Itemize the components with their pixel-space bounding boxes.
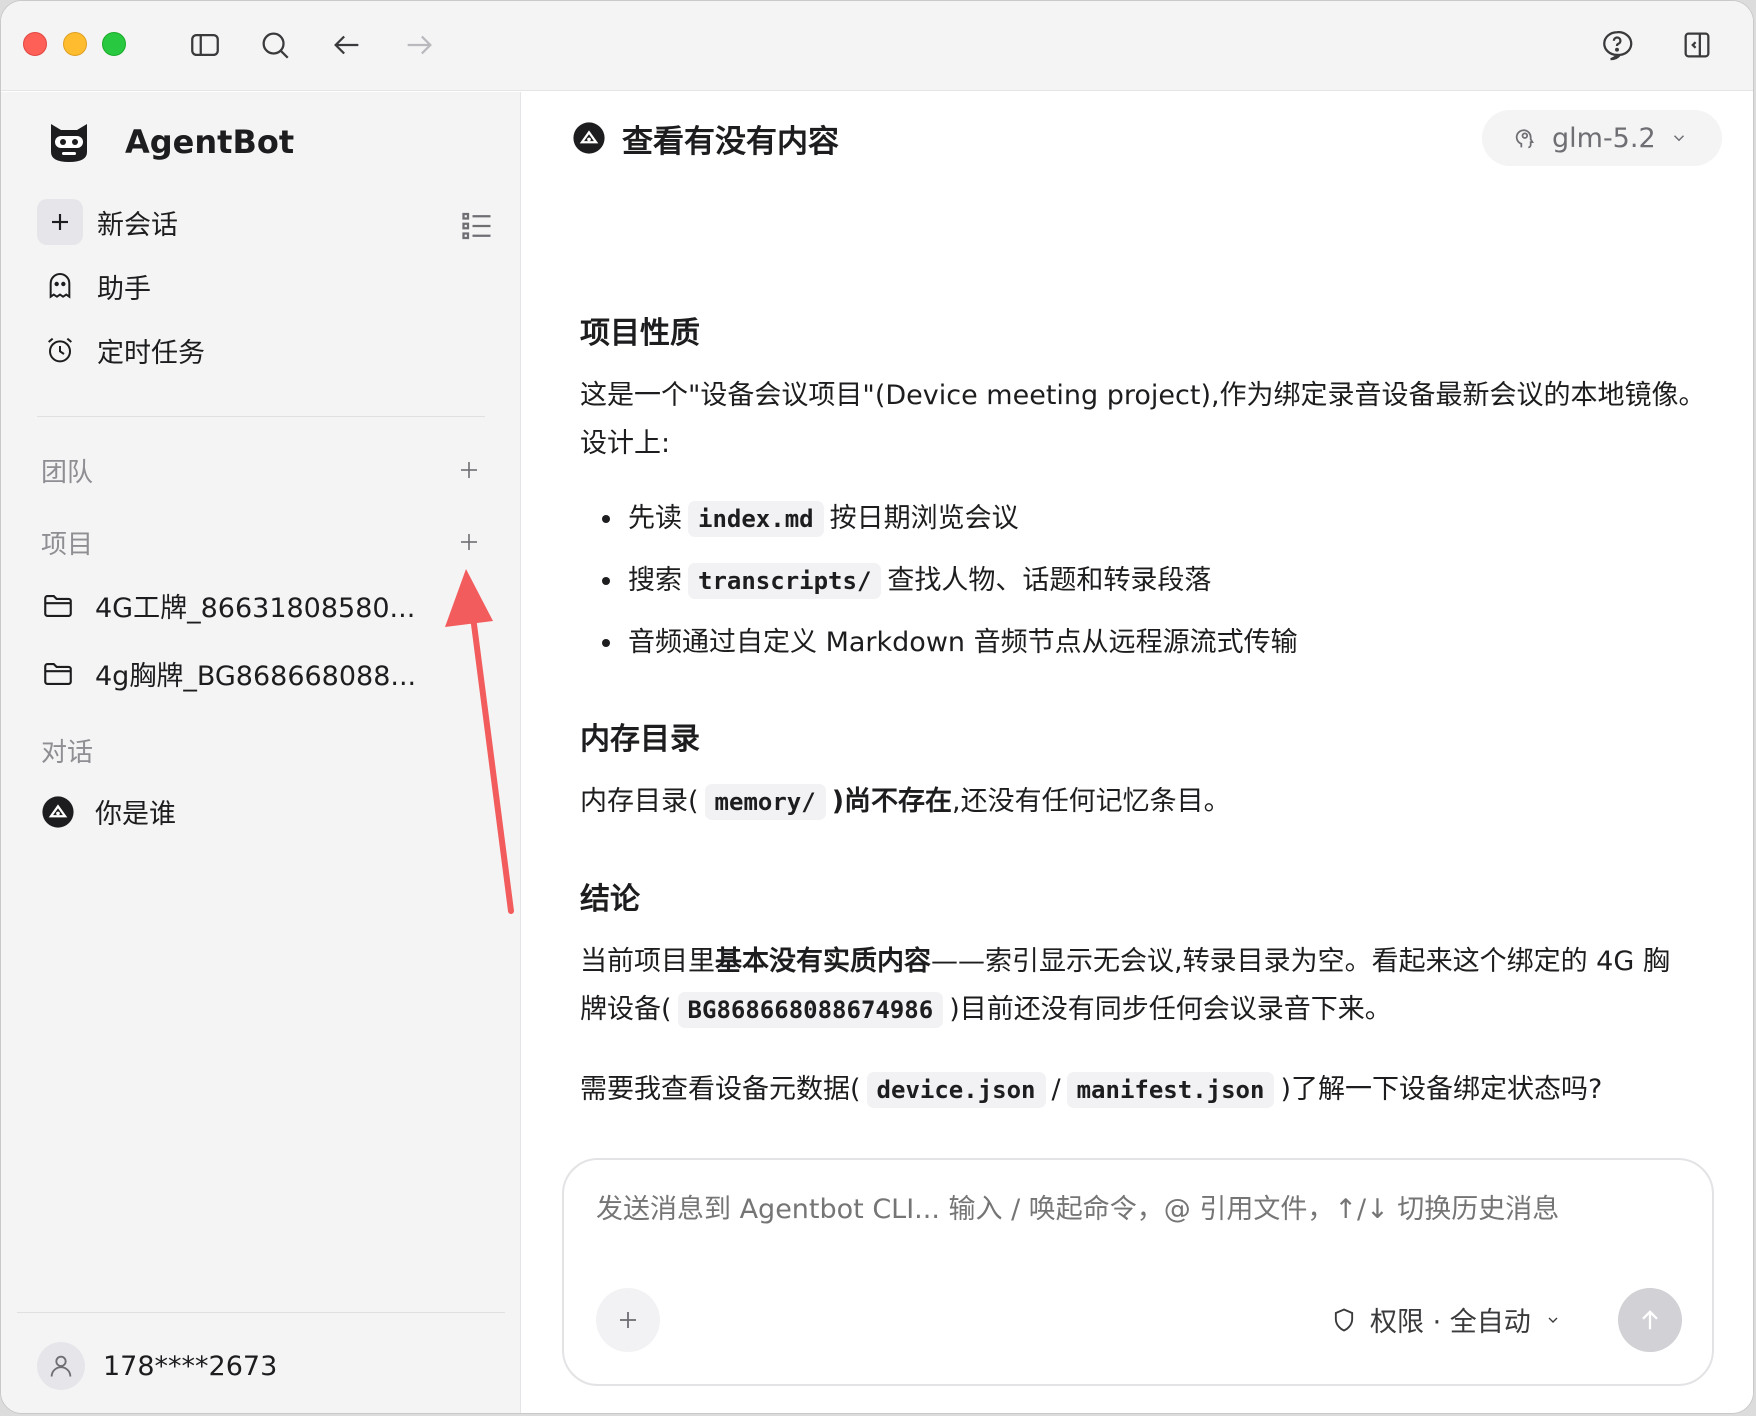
paragraph: 这是一个"设备会议项目"(Device meeting project),作为绑… (580, 372, 1720, 468)
folder-icon (44, 594, 72, 617)
inline-code: index.md (688, 501, 824, 537)
sidebar-toggle-icon[interactable] (183, 23, 227, 67)
plus-icon (620, 1312, 636, 1328)
folder-icon (44, 662, 72, 685)
message-composer: 权限 · 全自动 (562, 1158, 1714, 1386)
section-heading: 项目性质 (580, 316, 700, 351)
app-window: AgentBot 新会话 助手 定时任务 团队 项目 4G工牌_86631808… (0, 0, 1754, 1414)
inline-code: manifest.json (1066, 1072, 1275, 1108)
new-chat-label: 新会话 (97, 209, 178, 241)
bullet-list: 先读 index.md 按日期浏览会议 搜索 transcripts/查找人物、话题和… (580, 495, 1298, 681)
conversation-label: 你是谁 (95, 799, 176, 830)
agent-avatar-icon (573, 122, 605, 154)
chat-main: 查看有没有内容 glm-5.2 项目性质 这是一个"设备会议项目"(Device… (522, 92, 1753, 1413)
new-chat-button[interactable]: 新会话 (37, 198, 178, 246)
minimize-window-button[interactable] (63, 32, 87, 56)
paragraph: 内存目录(memory/)尚不存在,还没有任何记忆条目。 (580, 778, 1720, 826)
project-item[interactable]: 4G工牌_86631808580... (41, 586, 415, 625)
right-panel-icon[interactable] (1675, 23, 1719, 67)
sidebar-divider (37, 416, 485, 417)
section-heading: 结论 (580, 882, 640, 917)
model-selector[interactable]: glm-5.2 (1482, 110, 1722, 166)
chevron-down-icon (1548, 1317, 1558, 1323)
sidebar-item-scheduled-tasks[interactable]: 定时任务 (37, 326, 205, 374)
model-name: glm-5.2 (1552, 122, 1656, 154)
user-profile[interactable]: 178****2673 (37, 1342, 277, 1390)
project-item[interactable]: 4g胸牌_BG868668088... (41, 654, 416, 693)
list-item: 音频通过自定义 Markdown 音频节点从远程源流式传输 (580, 619, 1298, 681)
chat-header: 查看有没有内容 (572, 114, 839, 162)
sidebar-item-assistant[interactable]: 助手 (37, 262, 151, 310)
alarm-clock-icon (37, 327, 83, 373)
inline-code: transcripts/ (688, 563, 882, 599)
agentbot-logo-icon (51, 124, 87, 162)
paragraph: 需要我查看设备元数据(device.json / manifest.json)了解一… (580, 1066, 1720, 1114)
attach-button[interactable] (596, 1288, 660, 1352)
annotation-arrow (445, 569, 514, 914)
chat-title: 查看有没有内容 (622, 123, 839, 160)
inline-code: BG868668088674986 (677, 992, 944, 1028)
permission-selector[interactable]: 权限 · 全自动 (1330, 1300, 1561, 1339)
projects-section-label: 项目 (41, 530, 94, 560)
user-icon (50, 1355, 72, 1377)
permission-label: 权限 · 全自动 (1370, 1307, 1531, 1338)
team-section-label: 团队 (41, 458, 94, 488)
sidebar-bottom-divider (17, 1312, 505, 1313)
ghost-icon (37, 263, 83, 309)
user-name: 178****2673 (103, 1350, 278, 1382)
section-heading: 内存目录 (580, 722, 700, 757)
paragraph: 当前项目里基本没有实质内容——索引显示无会议,转录目录为空。看起来这个绑定的 4… (580, 938, 1720, 1034)
scheduled-label: 定时任务 (97, 337, 205, 369)
arrow-up-icon (1642, 1310, 1658, 1330)
plus-icon (37, 199, 83, 245)
close-window-button[interactable] (23, 32, 47, 56)
arrow-right-icon[interactable] (397, 23, 441, 67)
project-label: 4g胸牌_BG868668088... (95, 661, 417, 692)
app-name: AgentBot (125, 123, 295, 161)
assistant-label: 助手 (97, 273, 151, 305)
message-input[interactable] (596, 1194, 1656, 1225)
chevron-down-icon (1673, 135, 1684, 142)
project-label: 4G工牌_86631808580... (95, 593, 416, 624)
avatar (37, 1342, 85, 1390)
paragraph-text: 这是一个"设备会议项目"(Device meeting project),作为绑… (580, 380, 1706, 411)
search-icon[interactable] (253, 23, 297, 67)
agent-avatar-icon (42, 795, 74, 828)
inline-code: memory/ (704, 784, 826, 820)
list-icon[interactable] (459, 208, 495, 244)
shield-icon (1334, 1307, 1354, 1332)
conversation-item[interactable]: 你是谁 (41, 792, 176, 831)
title-bar (1, 1, 1753, 91)
paragraph-text: 设计上: (580, 428, 671, 459)
arrow-left-icon[interactable] (325, 23, 369, 67)
add-project-button[interactable] (453, 526, 485, 558)
inline-code: device.json (866, 1072, 1046, 1108)
list-item: 先读 index.md 按日期浏览会议 (580, 495, 1298, 557)
list-item: 搜索 transcripts/查找人物、话题和转录段落 (580, 557, 1298, 619)
send-button[interactable] (1618, 1288, 1682, 1352)
add-team-button[interactable] (453, 454, 485, 486)
conversations-section-label: 对话 (41, 738, 94, 768)
help-bubble-icon[interactable] (1595, 23, 1639, 67)
maximize-window-button[interactable] (102, 32, 126, 56)
brand: AgentBot (45, 116, 294, 168)
brain-icon (1515, 129, 1534, 149)
